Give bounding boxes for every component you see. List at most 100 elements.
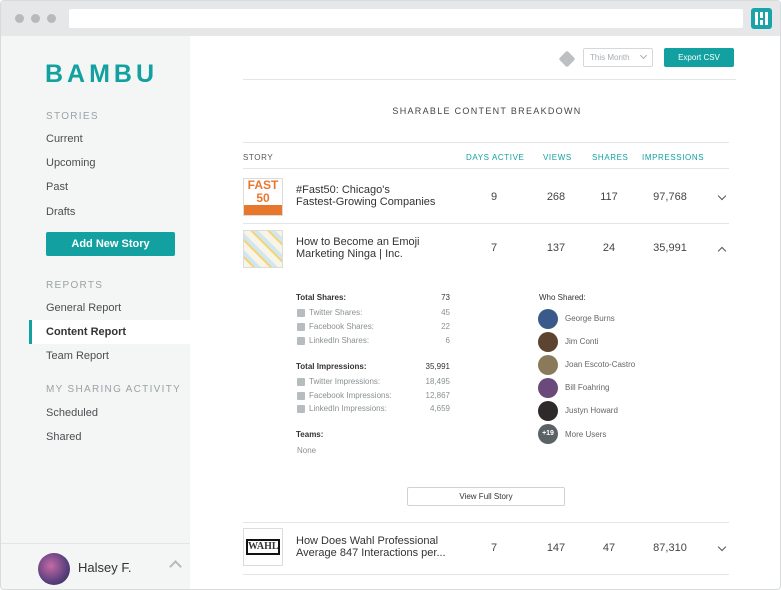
column-header-story[interactable]: STORY — [243, 153, 273, 162]
twitter-impressions-label: Twitter Impressions: — [309, 377, 381, 386]
browser-titlebar — [1, 1, 780, 36]
shared-user-name[interactable]: Bill Foahring — [565, 383, 609, 392]
impressions-value: 35,991 — [653, 242, 687, 254]
days-active-value: 7 — [490, 242, 498, 254]
twitter-icon — [297, 309, 305, 317]
sidebar-item-past[interactable]: Past — [46, 181, 68, 193]
date-filter-select[interactable]: This Month — [583, 48, 653, 67]
sidebar: BAMBU STORIES Current Upcoming Past Draf… — [1, 36, 190, 589]
user-name: Halsey F. — [78, 560, 132, 575]
story-title[interactable]: #Fast50: Chicago's Fastest-Growing Compan… — [296, 184, 471, 208]
sidebar-item-upcoming[interactable]: Upcoming — [46, 157, 96, 169]
shared-user-name[interactable]: Justyn Howard — [565, 406, 618, 415]
days-active-value: 9 — [490, 191, 498, 203]
chevron-down-icon[interactable] — [717, 191, 727, 201]
sharing-activity-heading: MY SHARING ACTIVITY — [46, 384, 182, 395]
shared-user-name[interactable]: George Burns — [565, 314, 615, 323]
days-active-value: 7 — [490, 542, 498, 554]
shared-user-name[interactable]: Jim Conti — [565, 337, 598, 346]
linkedin-icon — [297, 337, 305, 345]
view-full-story-button[interactable]: View Full Story — [407, 487, 565, 506]
story-thumbnail[interactable]: WAHL — [243, 528, 283, 566]
user-menu[interactable]: Halsey F. — [1, 543, 190, 589]
facebook-impressions-value: 12,867 — [425, 391, 450, 400]
linkedin-shares-label: LinkedIn Shares: — [309, 336, 370, 345]
bambu-extension-icon[interactable] — [751, 8, 772, 29]
impressions-value: 87,310 — [653, 542, 687, 554]
column-header-shares[interactable]: SHARES — [592, 153, 629, 162]
views-value: 137 — [546, 242, 566, 254]
reports-heading: REPORTS — [46, 280, 104, 291]
total-impressions-label: Total Impressions: — [296, 362, 367, 371]
sidebar-item-general-report[interactable]: General Report — [46, 302, 121, 314]
story-thumbnail[interactable]: FAST 50 — [243, 178, 283, 216]
views-value: 268 — [546, 191, 566, 203]
thumbnail-label: WAHL — [246, 539, 280, 555]
divider — [243, 168, 729, 169]
story-title[interactable]: How Does Wahl Professional Average 847 In… — [296, 535, 471, 559]
facebook-shares-value: 22 — [441, 322, 450, 331]
who-shared-label: Who Shared: — [539, 293, 586, 302]
window-maximize-dot[interactable] — [47, 14, 56, 23]
window-close-dot[interactable] — [15, 14, 24, 23]
shares-value: 117 — [600, 191, 618, 203]
thumbnail-label: FAST 50 — [244, 179, 282, 205]
story-title[interactable]: How to Become an Emoji Marketing Ninga | … — [296, 236, 471, 260]
total-impressions-value: 35,991 — [425, 362, 450, 371]
sidebar-item-scheduled[interactable]: Scheduled — [46, 407, 98, 419]
column-header-days-active[interactable]: DAYS ACTIVE — [466, 153, 524, 162]
twitter-impressions-value: 18,495 — [425, 377, 450, 386]
facebook-shares-label: Facebook Shares: — [309, 322, 374, 331]
chevron-up-icon[interactable] — [169, 560, 182, 573]
divider — [243, 522, 729, 523]
stories-heading: STORIES — [46, 111, 99, 122]
facebook-impressions-label: Facebook Impressions: — [309, 391, 392, 400]
avatar[interactable] — [538, 332, 558, 352]
teams-value: None — [297, 446, 317, 455]
twitter-shares-label: Twitter Shares: — [309, 308, 363, 317]
linkedin-impressions-value: 4,659 — [429, 404, 450, 413]
avatar[interactable] — [538, 309, 558, 329]
linkedin-shares-value: 6 — [445, 336, 450, 345]
avatar[interactable] — [538, 355, 558, 375]
window-minimize-dot[interactable] — [31, 14, 40, 23]
chevron-up-icon[interactable] — [717, 246, 727, 256]
tag-icon — [558, 50, 576, 68]
divider — [243, 79, 736, 80]
divider — [243, 223, 729, 224]
chevron-down-icon[interactable] — [717, 542, 727, 552]
sidebar-item-shared[interactable]: Shared — [46, 431, 81, 443]
main-content: This Month Export CSV SHARABLE CONTENT B… — [190, 36, 780, 589]
shares-value: 24 — [602, 242, 616, 254]
twitter-icon — [297, 378, 305, 386]
report-heading: SHARABLE CONTENT BREAKDOWN — [392, 106, 582, 116]
more-users-badge[interactable]: +19 — [538, 424, 558, 444]
shares-value: 47 — [602, 542, 616, 554]
chevron-down-icon — [639, 51, 648, 60]
sidebar-item-team-report[interactable]: Team Report — [46, 350, 109, 362]
export-csv-button[interactable]: Export CSV — [664, 48, 734, 67]
column-header-impressions[interactable]: IMPRESSIONS — [642, 153, 704, 162]
sidebar-item-current[interactable]: Current — [46, 133, 83, 145]
total-shares-value: 73 — [441, 293, 450, 302]
linkedin-icon — [297, 405, 305, 413]
more-users-link[interactable]: More Users — [565, 430, 606, 439]
avatar[interactable] — [538, 401, 558, 421]
twitter-shares-value: 45 — [441, 308, 450, 317]
divider — [243, 574, 729, 575]
avatar — [38, 553, 70, 585]
shared-user-name[interactable]: Joan Escoto-Castro — [565, 360, 635, 369]
column-header-views[interactable]: VIEWS — [543, 153, 572, 162]
facebook-icon — [297, 392, 305, 400]
bambu-logo[interactable]: BAMBU — [45, 60, 158, 89]
total-shares-label: Total Shares: — [296, 293, 347, 302]
linkedin-impressions-label: LinkedIn Impressions: — [309, 404, 387, 413]
avatar[interactable] — [538, 378, 558, 398]
address-bar[interactable] — [69, 9, 743, 28]
teams-label: Teams: — [296, 430, 324, 439]
story-thumbnail[interactable] — [243, 230, 283, 268]
add-new-story-button[interactable]: Add New Story — [46, 232, 175, 256]
divider — [243, 142, 729, 143]
sidebar-item-drafts[interactable]: Drafts — [46, 206, 75, 218]
sidebar-item-content-report[interactable]: Content Report — [46, 326, 126, 338]
